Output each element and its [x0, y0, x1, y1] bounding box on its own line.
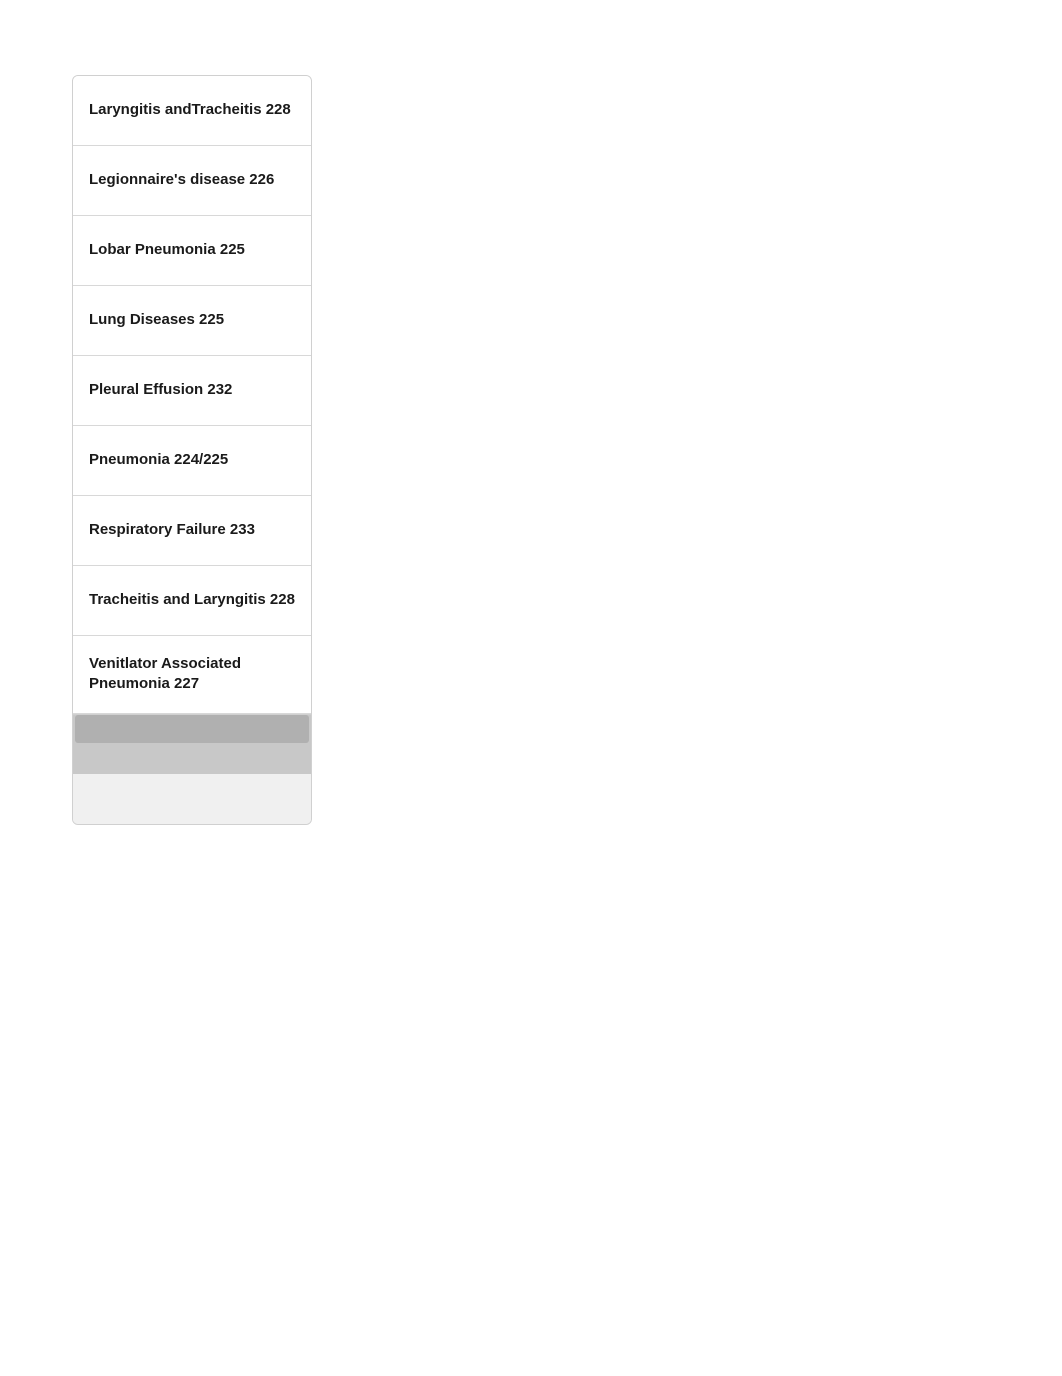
list-item-label-ventilator: Venitlator Associated Pneumonia 227: [89, 654, 295, 695]
scrollbar-area[interactable]: [73, 714, 311, 774]
list-item-label-pleural-effusion: Pleural Effusion 232: [89, 380, 232, 400]
list-item-label-legionnaire: Legionnaire's disease 226: [89, 170, 274, 190]
list-item-pneumonia[interactable]: Pneumonia 224/225: [73, 426, 311, 496]
list-item-label-pneumonia: Pneumonia 224/225: [89, 450, 228, 470]
condition-list-panel: Laryngitis andTracheitis 228 Legionnaire'…: [72, 75, 312, 825]
list-item-legionnaire[interactable]: Legionnaire's disease 226: [73, 146, 311, 216]
list-item-tracheitis[interactable]: Tracheitis and Laryngitis 228: [73, 566, 311, 636]
list-item-laryngitis[interactable]: Laryngitis andTracheitis 228: [73, 76, 311, 146]
list-item-lung-diseases[interactable]: Lung Diseases 225: [73, 286, 311, 356]
scrollbar-thumb[interactable]: [75, 715, 309, 743]
panel-bottom-blank: [73, 774, 311, 824]
list-item-label-tracheitis: Tracheitis and Laryngitis 228: [89, 590, 295, 610]
list-item-respiratory-failure[interactable]: Respiratory Failure 233: [73, 496, 311, 566]
list-item-pleural-effusion[interactable]: Pleural Effusion 232: [73, 356, 311, 426]
list-item-lobar-pneumonia[interactable]: Lobar Pneumonia 225: [73, 216, 311, 286]
list-item-ventilator[interactable]: Venitlator Associated Pneumonia 227: [73, 636, 311, 714]
list-item-label-lobar-pneumonia: Lobar Pneumonia 225: [89, 240, 245, 260]
list-item-label-laryngitis: Laryngitis andTracheitis 228: [89, 100, 291, 120]
list-item-label-respiratory-failure: Respiratory Failure 233: [89, 520, 255, 540]
list-item-label-lung-diseases: Lung Diseases 225: [89, 310, 224, 330]
